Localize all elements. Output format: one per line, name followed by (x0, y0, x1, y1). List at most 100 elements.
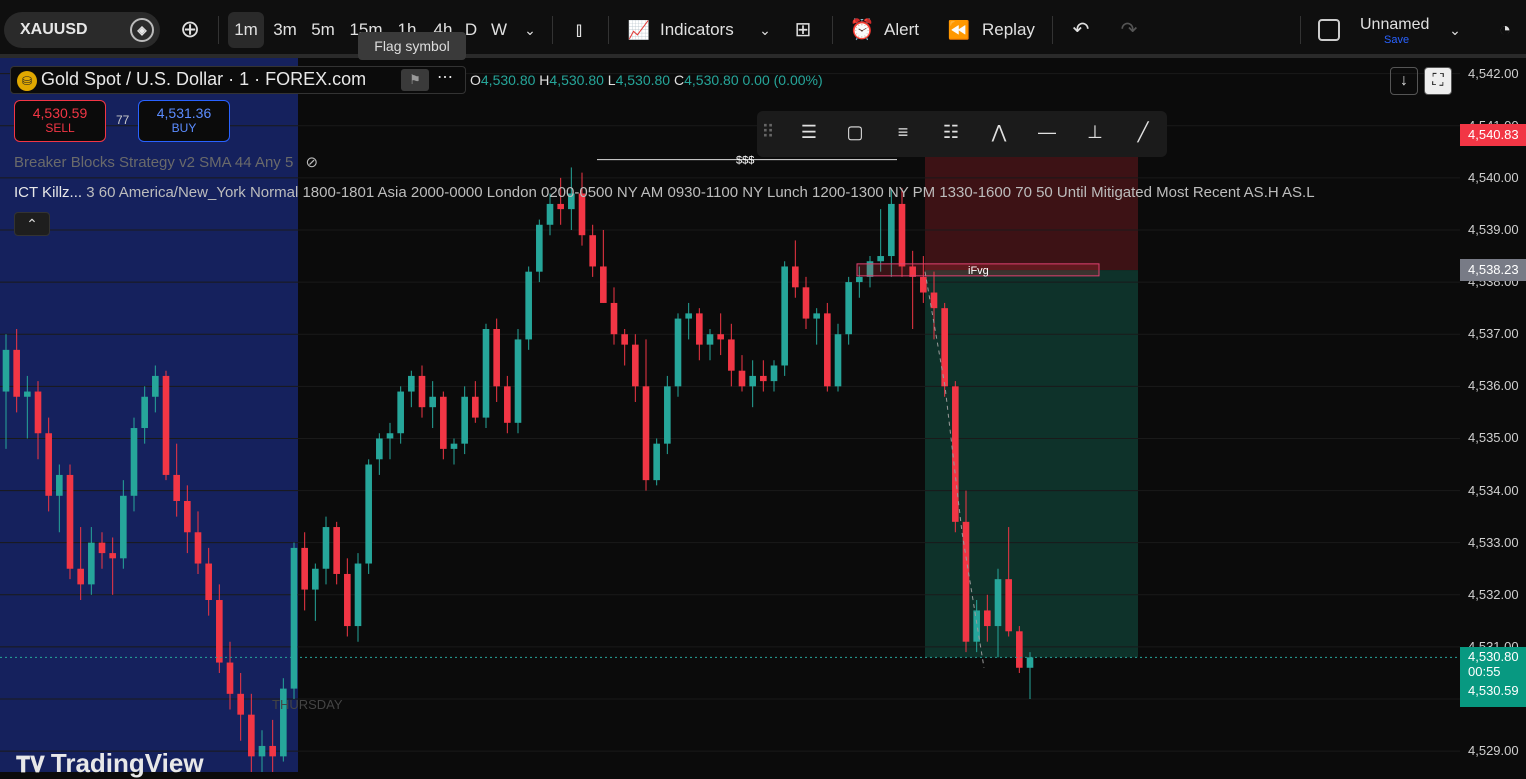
chevron-down-icon[interactable]: ⌄ (520, 12, 540, 48)
candle-body (621, 334, 628, 345)
indicator-label: Breaker Blocks Strategy v2 SMA 44 Any 5 (14, 154, 294, 171)
candle-body (792, 266, 799, 288)
indicators-button[interactable]: Indicators (660, 12, 740, 48)
chevron-down-icon[interactable]: ⌄ (1446, 12, 1464, 48)
indicators-icon[interactable]: 📈 (624, 12, 654, 48)
symbol-legend[interactable]: ⛁ Gold Spot / U.S. Dollar · 1 · FOREX.co… (10, 66, 466, 94)
price-tick: 4,533.00 (1468, 534, 1519, 550)
candle-body (66, 474, 74, 569)
layout-checkbox[interactable] (1318, 12, 1342, 48)
tradingview-logo: 𝐓𝐕 TradingView (16, 748, 204, 779)
price-tick: 4,539.00 (1468, 221, 1519, 237)
candle-body (962, 521, 970, 642)
clock-icon[interactable]: ◔ (1490, 12, 1520, 48)
scroll-down-icon[interactable]: ↓ (1390, 67, 1418, 95)
candle-body (24, 391, 31, 397)
candle-body (760, 375, 767, 382)
price-range-tool-icon[interactable]: ⊥ (1081, 122, 1109, 146)
candle-body (888, 203, 895, 257)
entry-price-label: 4,538.23 (1460, 259, 1526, 282)
candle-body (781, 266, 788, 366)
candle-body (440, 396, 447, 449)
collapse-legend-button[interactable]: ⌃ (14, 212, 50, 236)
stop-price-label: 4,540.83 (1460, 123, 1526, 146)
divider (1052, 16, 1053, 44)
candle-body (120, 495, 127, 559)
alert-button[interactable]: Alert (884, 12, 928, 48)
last-price: 4,530.80 (1468, 649, 1519, 665)
candle-body (301, 547, 308, 590)
replay-button[interactable]: Replay (982, 12, 1038, 48)
fib-tool-icon[interactable]: ☷ (937, 122, 965, 146)
horizontal-line-tool-icon[interactable]: ☰ (795, 122, 823, 146)
add-symbol-icon[interactable]: ⊕ (176, 12, 204, 48)
ifvg-label: iFvg (968, 265, 989, 277)
parallel-lines-tool-icon[interactable]: ≡ (889, 122, 917, 146)
drag-handle-icon[interactable]: ⠿ (761, 122, 775, 146)
buy-button[interactable]: 4,531.36 BUY (138, 100, 230, 142)
price-tick: 4,542.00 (1468, 65, 1519, 81)
flag-icon[interactable]: ⚑ (401, 69, 429, 91)
candle-body (333, 527, 340, 574)
price-tick: 4,536.00 (1468, 378, 1519, 394)
interval-3m[interactable]: 3m (270, 12, 300, 48)
candle-body (994, 579, 1002, 627)
ray-tool-icon[interactable]: — (1033, 122, 1061, 146)
layout-name[interactable]: Unnamed (1360, 16, 1429, 34)
sell-button[interactable]: 4,530.59 SELL (14, 100, 106, 142)
eye-off-icon[interactable]: ⊘ (305, 154, 318, 171)
redo-icon[interactable]: ↷ (1116, 12, 1142, 48)
candle-body (45, 433, 52, 496)
shield-icon[interactable]: ◈ (130, 18, 154, 42)
indicator-breaker-blocks[interactable]: Breaker Blocks Strategy v2 SMA 44 Any 5 … (14, 153, 318, 171)
indicator-killzones[interactable]: ICT Killz... 3 60 America/New_York Norma… (14, 184, 1315, 201)
candle-body (130, 428, 138, 496)
price-axis[interactable]: 4,542.004,541.004,540.004,539.004,538.00… (1460, 58, 1526, 772)
trend-line-tool-icon[interactable]: ╱ (1129, 122, 1157, 146)
candles-icon[interactable]: ⫾ (566, 12, 592, 48)
candle-body (56, 474, 63, 496)
divider (552, 16, 553, 44)
sell-label: SELL (45, 121, 75, 135)
candle-body (226, 662, 234, 694)
candle-body (184, 500, 191, 533)
interval-5m[interactable]: 5m (308, 12, 338, 48)
candle-body (1026, 657, 1034, 668)
candle-body (632, 344, 639, 387)
candle-body (173, 474, 180, 501)
candle-body (738, 370, 746, 387)
interval-w[interactable]: W (490, 12, 508, 48)
tooltip: Flag symbol (358, 32, 466, 60)
sell-price: 4,530.59 (32, 105, 88, 121)
symbol-search[interactable]: XAUUSD ◈ (4, 12, 160, 48)
liquidity-label: $$$ (736, 155, 754, 167)
candle-body (504, 386, 511, 423)
candle-body (674, 318, 682, 387)
candle-body (258, 745, 266, 757)
candle-body (34, 391, 42, 434)
candle-body (920, 276, 927, 293)
bar-countdown: 00:55 (1468, 664, 1501, 680)
undo-icon[interactable]: ↶ (1068, 12, 1094, 48)
candle-body (546, 203, 554, 225)
candle-body (536, 224, 543, 272)
rewind-icon[interactable]: ⏪ (946, 12, 972, 48)
candle-body (696, 313, 703, 345)
interval-1m[interactable]: 1m (228, 12, 264, 48)
candle-body (845, 282, 852, 335)
more-icon[interactable]: ⋯ (437, 67, 453, 87)
price-tick: 4,532.00 (1468, 586, 1519, 602)
price-tick: 4,529.00 (1468, 743, 1519, 759)
fullscreen-icon[interactable]: ⛶ (1424, 67, 1452, 95)
layout-save-label[interactable]: Save (1384, 34, 1409, 46)
pattern-tool-icon[interactable]: ⋀ (985, 122, 1013, 146)
candle-body (930, 292, 938, 309)
buy-price: 4,531.36 (156, 105, 212, 121)
rectangle-tool-icon[interactable]: ▢ (841, 122, 869, 146)
chevron-down-icon[interactable]: ⌄ (756, 12, 774, 48)
layouts-icon[interactable]: ⊞ (790, 12, 816, 48)
alarm-icon[interactable]: ⏰ (848, 12, 876, 48)
candle-body (13, 349, 20, 397)
candle-body (248, 714, 255, 757)
candle-body (770, 365, 778, 382)
